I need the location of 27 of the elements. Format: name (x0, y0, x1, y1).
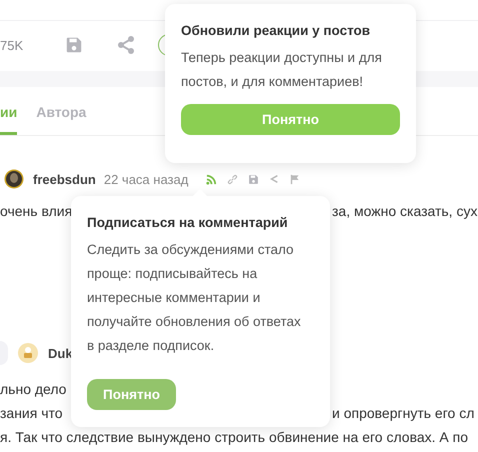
flag-icon[interactable] (289, 174, 300, 184)
avatar (4, 169, 24, 189)
comment-text: и опровергнуть его сл (332, 405, 474, 421)
save-icon[interactable] (65, 36, 83, 54)
share-icon[interactable] (116, 35, 136, 55)
comment-time[interactable]: 22 часа назад (104, 172, 188, 186)
link-icon[interactable] (227, 174, 238, 184)
save-icon[interactable] (248, 174, 260, 184)
tab[interactable]: Автора (36, 89, 86, 135)
tooltip-title: Подписаться на комментарий (87, 215, 289, 230)
comment-text: за, можно сказать, сух (332, 203, 478, 219)
tooltip-title: Обновили реакции у постов (181, 23, 372, 38)
comment-text: я. Так что следствие вынуждено строить обвинение на его словах. А по (0, 429, 468, 445)
avatar (18, 343, 38, 363)
tab[interactable]: ии (0, 89, 18, 135)
comment-author[interactable]: Duk (48, 346, 73, 360)
share-icon[interactable] (269, 174, 280, 184)
comment-text: льно дело (0, 381, 66, 397)
comment-text: очень влия (0, 203, 72, 219)
views-count: 75K (0, 38, 23, 52)
tooltip-text: Следить за обсуждениями стало проще: подписывайтесь на интересные комментарии и получайте обновления об ответах в разделе подписок. (87, 241, 302, 355)
comment-text: зания что (0, 405, 63, 421)
tooltip-text: Теперь реакции доступны и для постов, и для комментариев! (181, 49, 383, 91)
subscribe-icon[interactable] (206, 174, 218, 184)
ok-button[interactable]: Понятно (181, 104, 400, 135)
comment-author[interactable]: freebsdun (33, 172, 96, 186)
ok-button[interactable]: Понятно (87, 379, 176, 410)
